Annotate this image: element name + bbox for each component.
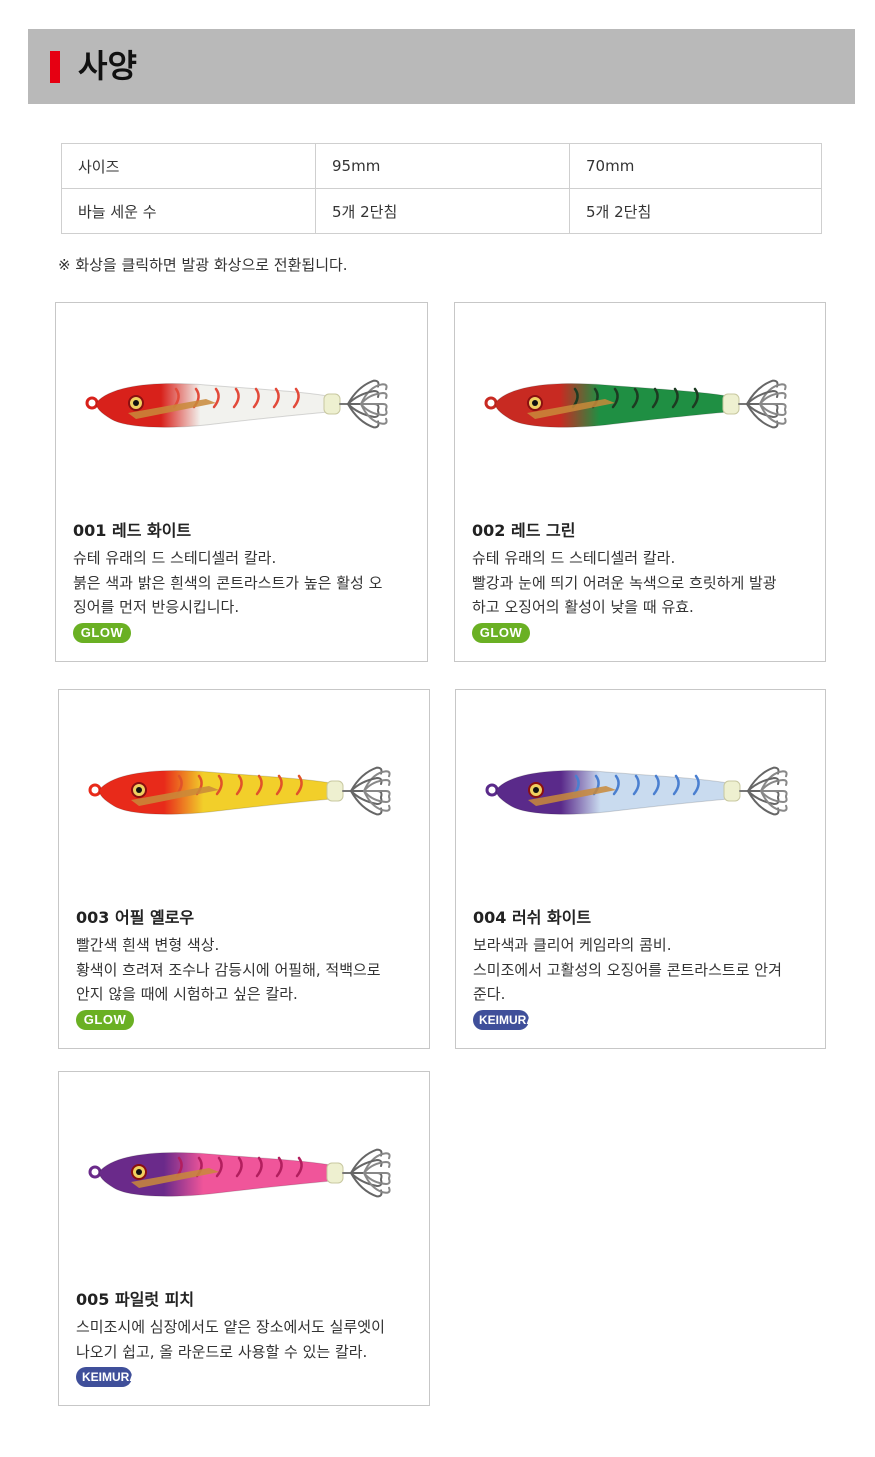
product-description: 보라색과 클리어 케임라의 콤비. 스미조에서 고활성의 오징어를 콘트라스트로… bbox=[473, 936, 782, 1003]
product-name: 003 어필 옐로우 bbox=[76, 908, 195, 927]
product-card[interactable]: 003 어필 옐로우 빨간색 흰색 변형 색상. 황색이 흐려져 조수나 감등시… bbox=[58, 689, 430, 1049]
product-card[interactable]: 001 레드 화이트 슈테 유래의 드 스테디셀러 칼라. 붉은 색과 밝은 흰… bbox=[55, 302, 428, 662]
lure-graphic bbox=[88, 766, 391, 816]
product-name: 005 파일럿 피치 bbox=[76, 1290, 195, 1309]
keimura-badge: KEIMURA bbox=[76, 1367, 138, 1387]
table-row: 사이즈 95mm 70mm bbox=[61, 143, 822, 189]
spec-label: 바늘 세운 수 bbox=[61, 188, 316, 234]
spec-value: 95mm bbox=[315, 143, 570, 189]
lure-graphic bbox=[88, 1148, 391, 1198]
product-card[interactable]: 005 파일럿 피치 스미조시에 심장에서도 얕은 장소에서도 실루엣이 나오기… bbox=[58, 1071, 430, 1406]
spec-label: 사이즈 bbox=[61, 143, 316, 189]
spec-value: 70mm bbox=[569, 143, 822, 189]
spec-table: 사이즈 95mm 70mm 바늘 세운 수 5개 2단침 5개 2단침 bbox=[61, 143, 822, 234]
product-description: 스미조시에 심장에서도 얕은 장소에서도 실루엣이 나오기 쉽고, 올 라운드로… bbox=[76, 1318, 385, 1361]
product-description: 슈테 유래의 드 스테디셀러 칼라. 붉은 색과 밝은 흰색의 콘트라스트가 높… bbox=[73, 549, 383, 616]
product-image[interactable] bbox=[56, 303, 427, 503]
click-note: ※ 화상을 클릭하면 발광 화상으로 전환됩니다. bbox=[58, 256, 348, 274]
product-name: 004 러쉬 화이트 bbox=[473, 908, 592, 927]
product-image[interactable] bbox=[455, 303, 825, 503]
product-card[interactable]: 002 레드 그린 슈테 유래의 드 스테디셀러 칼라. 빨강과 눈에 띄기 어… bbox=[454, 302, 826, 662]
spec-value: 5개 2단침 bbox=[315, 188, 570, 234]
product-image[interactable] bbox=[59, 690, 429, 890]
header-accent-bar bbox=[50, 51, 60, 83]
glow-badge: GLOW bbox=[73, 623, 131, 643]
section-header: 사양 bbox=[28, 29, 855, 104]
lure-graphic bbox=[85, 379, 388, 429]
product-card[interactable]: 004 러쉬 화이트 보라색과 클리어 케임라의 콤비. 스미조에서 고활성의 … bbox=[455, 689, 826, 1049]
glow-badge: GLOW bbox=[76, 1010, 134, 1030]
glow-badge: GLOW bbox=[472, 623, 530, 643]
product-name: 001 레드 화이트 bbox=[73, 521, 192, 540]
lure-graphic bbox=[484, 379, 787, 429]
table-row: 바늘 세운 수 5개 2단침 5개 2단침 bbox=[61, 188, 822, 234]
product-description: 빨간색 흰색 변형 색상. 황색이 흐려져 조수나 감등시에 어필해, 적백으로… bbox=[76, 936, 381, 1003]
spec-value: 5개 2단침 bbox=[569, 188, 822, 234]
keimura-badge: KEIMURA bbox=[473, 1010, 535, 1030]
product-name: 002 레드 그린 bbox=[472, 521, 576, 540]
product-image[interactable] bbox=[59, 1072, 429, 1272]
product-description: 슈테 유래의 드 스테디셀러 칼라. 빨강과 눈에 띄기 어려운 녹색으로 흐릿… bbox=[472, 549, 777, 616]
lure-graphic bbox=[485, 766, 788, 816]
product-image[interactable] bbox=[456, 690, 825, 890]
section-title: 사양 bbox=[78, 47, 137, 85]
